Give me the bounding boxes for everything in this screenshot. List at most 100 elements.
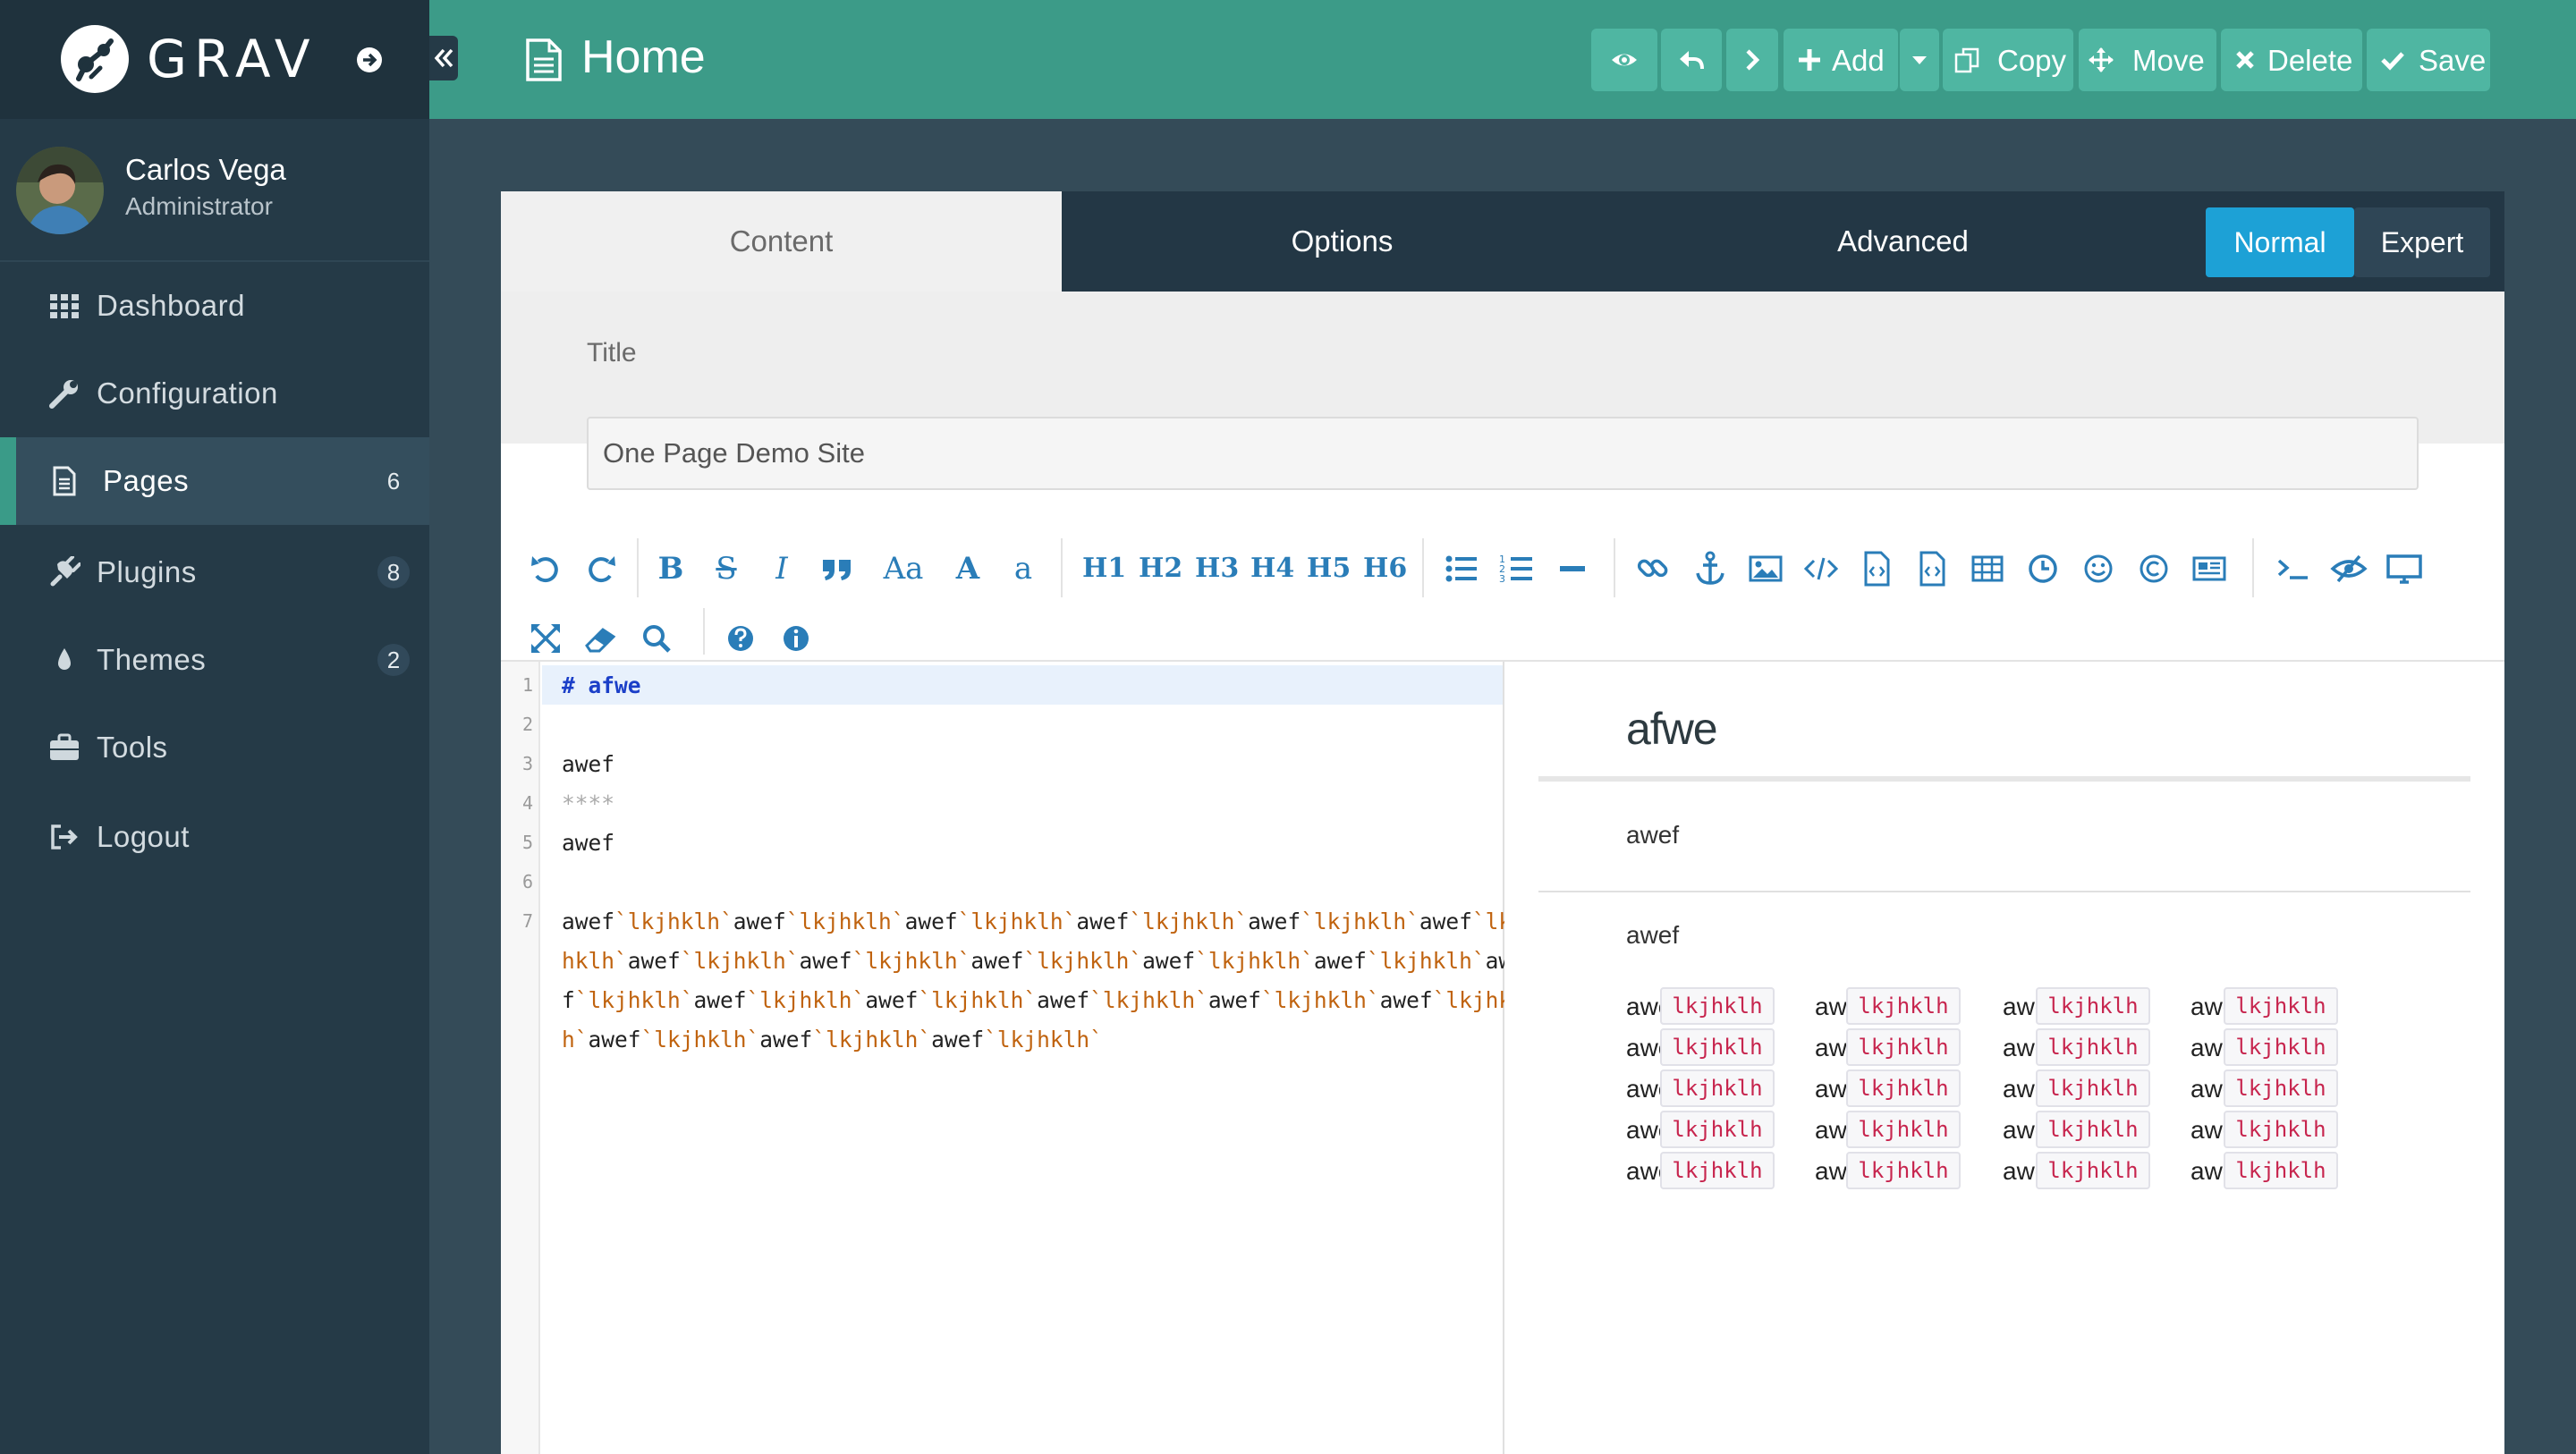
tab-advanced[interactable]: Advanced [1623,191,2183,292]
text-token: awef [693,987,747,1013]
markdown-editor[interactable]: 1 2 3 4 5 6 7 # afwe awef **** awef awef… [501,662,1525,1454]
briefcase-icon [48,731,80,764]
h2-button[interactable]: H2 [1139,549,1182,588]
text-token: awef [1248,909,1301,934]
horizontal-rule-icon[interactable] [1553,549,1592,588]
inline-code: lkjhklh [2036,1069,2150,1107]
link-icon[interactable] [1633,549,1673,588]
inline-code: lkjhklh [2036,1152,2150,1189]
inline-code-token: h` [562,1027,589,1052]
code-line-7-wrap[interactable]: f`lkjhklh`awef`lkjhklh`awef`lkjhklh`awef… [562,987,1525,1013]
code-line-3[interactable]: awef [562,751,614,777]
unordered-list-icon[interactable] [1442,549,1481,588]
code-icon[interactable] [1801,549,1841,588]
clock-icon[interactable] [2023,549,2063,588]
eye-slash-icon[interactable] [2329,549,2368,588]
add-button[interactable]: Add [1784,29,1898,91]
code-line-4[interactable]: **** [562,790,614,816]
text-token: f [562,987,575,1013]
strikethrough-icon[interactable]: S [707,549,746,588]
blockquote-icon[interactable] [818,549,857,588]
h1-button[interactable]: H1 [1082,549,1126,588]
toolbar-separator [637,538,639,597]
add-dropdown-button[interactable] [1900,29,1939,91]
sidebar-item-label: Pages [103,464,190,497]
code-line-7-wrap[interactable]: hklh`awef`lkjhklh`awef`lkjhklh`awef`lkjh… [562,948,1525,974]
desktop-icon[interactable] [2385,549,2424,588]
ordered-list-icon[interactable]: 123 [1497,549,1537,588]
mode-normal-button[interactable]: Normal [2206,207,2354,277]
copy-button[interactable]: Copy [1943,29,2073,91]
font-size-icon[interactable]: Aa [877,549,930,588]
inline-code-token: `lkjhklh` [852,948,971,974]
tab-content[interactable]: Content [501,191,1062,292]
preview-button[interactable] [1591,29,1657,91]
bold-icon[interactable]: B [651,549,691,588]
h6-button[interactable]: H6 [1363,549,1407,588]
code-line-1[interactable]: # afwe [562,672,641,698]
sidebar-item-dashboard[interactable]: Dashboard [0,262,429,350]
expand-icon[interactable] [526,619,565,658]
inline-code: lkjhklh [2036,1111,2150,1148]
inline-code: lkjhklh [2224,1028,2338,1066]
terminal-icon[interactable] [2274,549,2313,588]
redo-icon[interactable] [581,549,621,588]
back-button[interactable] [1661,29,1722,91]
sidebar-item-pages[interactable]: Pages 6 [0,437,429,525]
inline-code: lkjhklh [1846,987,1961,1025]
file-code-icon[interactable] [1857,549,1896,588]
mode-expert-button[interactable]: Expert [2354,207,2490,277]
code-line-7-wrap[interactable]: h`awef`lkjhklh`awef`lkjhklh`awef`lkjhklh… [562,1027,1103,1052]
h4-button[interactable]: H4 [1250,549,1294,588]
collapse-sidebar-button[interactable] [429,36,458,80]
code-line-5[interactable]: awef [562,830,614,856]
eye-icon [1611,46,1638,73]
line-number-gutter: 1 2 3 4 5 6 7 [501,662,540,1454]
inline-code: lkjhklh [1846,1111,1961,1148]
user-profile[interactable]: Carlos Vega Administrator [0,119,429,262]
sidebar-item-logout[interactable]: Logout [0,793,429,881]
grid-icon [48,290,80,322]
wrench-icon [48,377,80,410]
table-icon[interactable] [1968,549,2007,588]
move-button[interactable]: Move [2079,29,2216,91]
avatar[interactable] [16,147,104,234]
code-line-7-wrap[interactable]: awef`lkjhklh`awef`lkjhklh`awef`lkjhklh`a… [562,909,1525,934]
sidebar-item-tools[interactable]: Tools [0,704,429,791]
anchor-icon[interactable] [1690,549,1730,588]
tab-options[interactable]: Options [1062,191,1623,292]
info-circle-icon[interactable] [776,619,816,658]
sidebar-item-label: Configuration [97,376,278,410]
h3-button[interactable]: H3 [1195,549,1239,588]
arrow-circle-right-icon[interactable] [356,46,383,73]
grav-logo-icon[interactable] [59,23,131,95]
h5-button[interactable]: H5 [1307,549,1351,588]
title-input[interactable] [587,417,2419,490]
undo-icon[interactable] [526,549,565,588]
copyright-icon[interactable] [2134,549,2174,588]
smile-icon[interactable] [2079,549,2118,588]
inline-code-token: `lkjhklh` [680,948,800,974]
inline-code-token: `lkjhklh` [746,987,866,1013]
question-circle-icon[interactable] [721,619,760,658]
font-smaller-icon[interactable]: a [1004,549,1043,588]
sidebar-item-plugins[interactable]: Plugins 8 [0,528,429,616]
sidebar-item-themes[interactable]: Themes 2 [0,616,429,704]
save-button[interactable]: Save [2367,29,2490,91]
file-code-block-icon[interactable] [1912,549,1952,588]
next-button[interactable] [1726,29,1778,91]
delete-button[interactable]: Delete [2221,29,2362,91]
image-icon[interactable] [1746,549,1785,588]
search-icon[interactable] [637,619,676,658]
user-role: Administrator [125,192,273,220]
italic-icon[interactable]: I [762,549,801,588]
newspaper-icon[interactable] [2190,549,2229,588]
sidebar-item-configuration[interactable]: Configuration [0,350,429,437]
sidebar-item-label: Plugins [97,555,197,588]
eraser-icon[interactable] [581,619,621,658]
brand-name[interactable]: GRAV [147,27,318,91]
inline-code-token: `lkjhklh` [918,987,1038,1013]
active-line-highlight [542,665,1503,705]
font-larger-icon[interactable]: A [948,549,987,588]
title-label: Title [587,338,637,368]
